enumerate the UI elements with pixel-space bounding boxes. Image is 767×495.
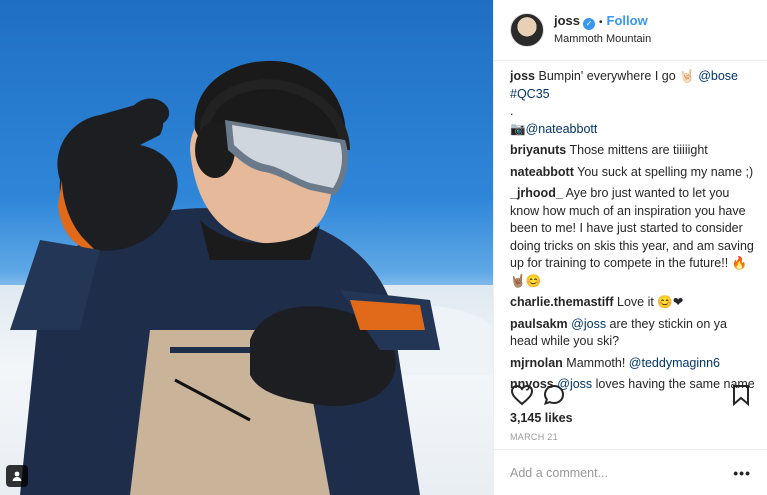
comment-user[interactable]: briyanuts [510,143,566,157]
post-header: joss ✓ • Follow Mammoth Mountain [494,0,767,61]
comment-user[interactable]: _jrhood_ [510,186,563,200]
verified-badge-icon: ✓ [583,18,596,30]
list-item: charlie.themastiff Love it 😊❤ [510,294,755,312]
header-username[interactable]: joss [554,13,580,28]
caption-hashtag[interactable]: #QC35 [510,87,550,101]
comment-text: Aye bro just wanted to let you know how … [510,186,754,288]
snowboarder-figure [10,60,440,495]
likes-count[interactable]: 3,145 likes [510,411,573,425]
comment-text: Love it 😊❤ [617,295,684,309]
comment-mention[interactable]: @joss [571,317,606,331]
bookmark-icon[interactable] [731,383,751,407]
location-link[interactable]: Mammoth Mountain [554,31,651,48]
comment-icon[interactable] [542,383,566,407]
user-tag-icon[interactable] [6,465,28,487]
comment-user[interactable]: paulsakm [510,317,568,331]
comments-list: joss Bumpin' everywhere I go 🤘🏻 @bose #Q… [510,68,755,398]
list-item: paulsakm @joss are they stickin on ya he… [510,316,755,351]
more-options-button[interactable]: ••• [733,465,751,481]
separator-dot: • [599,17,603,28]
avatar[interactable] [510,13,544,47]
caption-dot: . [510,104,514,118]
comment-user[interactable]: mjrnolan [510,356,563,370]
add-comment-input[interactable]: Add a comment... [510,466,733,480]
post-photo[interactable] [0,0,493,495]
heart-icon[interactable] [510,383,534,407]
list-item: mjrnolan Mammoth! @teddymaginn6 [510,355,755,373]
add-comment-bar: Add a comment... ••• [494,449,767,495]
list-item: briyanuts Those mittens are tiiiiight [510,142,755,160]
caption-credit[interactable]: 📷@nateabbott [510,121,755,139]
caption-user[interactable]: joss [510,69,535,83]
caption-mention[interactable]: @bose [698,69,738,83]
action-bar [510,383,751,407]
list-item: _jrhood_ Aye bro just wanted to let you … [510,185,755,290]
caption-text: Bumpin' everywhere I go 🤘🏻 [538,69,699,83]
post-sidebar: joss ✓ • Follow Mammoth Mountain joss Bumpi… [493,0,767,495]
comment-text: You suck at spelling my name ;) [577,164,754,179]
comment-mention[interactable]: @teddymaginn6 [629,356,720,370]
comment-text: Mammoth! [566,355,629,370]
comment-text: Those mittens are tiiiiight [569,143,708,157]
post-date[interactable]: MARCH 21 [510,432,558,442]
caption: joss Bumpin' everywhere I go 🤘🏻 @bose #Q… [510,68,755,138]
comment-user[interactable]: nateabbott [510,165,574,179]
list-item: nateabbott You suck at spelling my name … [510,164,755,182]
follow-button[interactable]: Follow [607,13,648,28]
instagram-post: joss ✓ • Follow Mammoth Mountain joss Bumpi… [0,0,767,495]
comment-user[interactable]: charlie.themastiff [510,295,614,309]
